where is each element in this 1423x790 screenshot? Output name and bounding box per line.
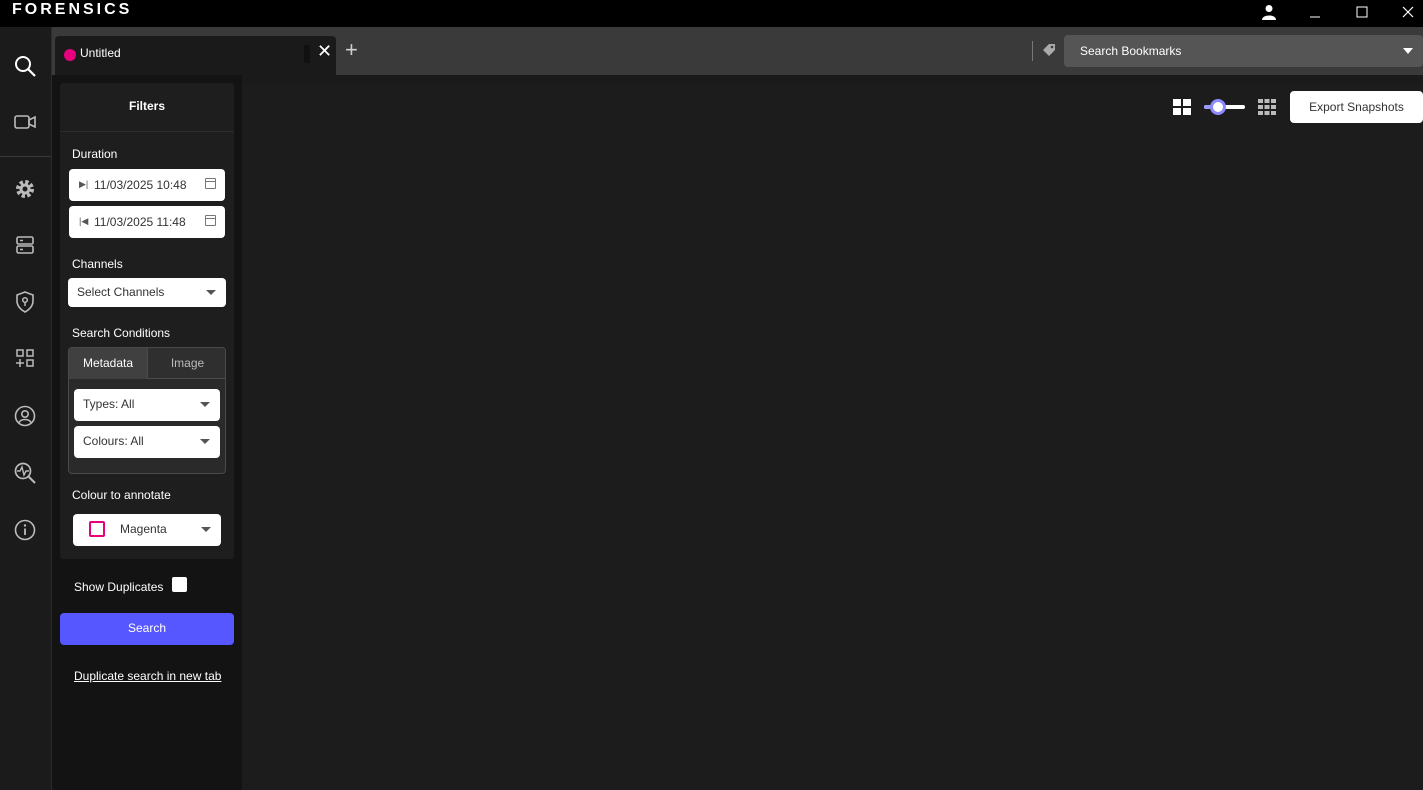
skip-forward-icon: ▶| [79,179,89,189]
chevron-down-icon [1403,48,1413,54]
nav-divider [0,156,51,157]
colour-swatch [89,521,105,537]
video-camera-icon[interactable] [12,109,38,135]
close-window-button[interactable] [1385,0,1423,24]
server-icon[interactable] [12,232,38,258]
annotate-colour-value: Magenta [120,522,167,536]
search-conditions-label: Search Conditions [72,326,171,340]
tab-label: Untitled [80,46,121,60]
tab-metadata[interactable]: Metadata [69,348,147,379]
filters-title: Filters [60,83,234,132]
chevron-down-icon [200,402,210,407]
maximize-button[interactable] [1339,0,1385,24]
close-icon[interactable]: ✕ [317,42,332,60]
app-logo: FORENSICS [12,1,133,18]
colours-select[interactable]: Colours: All [74,426,220,458]
small-grid-icon[interactable] [1258,99,1276,115]
colour-annotate-label: Colour to annotate [72,488,171,502]
show-duplicates-checkbox[interactable] [172,577,187,592]
search-analytics-icon[interactable] [12,460,38,486]
chevron-down-icon [201,527,211,532]
minimize-button[interactable] [1292,0,1338,24]
shield-key-icon[interactable] [12,289,38,315]
search-icon[interactable] [12,53,38,79]
types-select-value: Types: All [83,397,135,411]
channels-select-value: Select Channels [77,285,165,299]
user-circle-icon[interactable] [12,403,38,429]
calendar-icon[interactable] [205,178,216,189]
tag-icon[interactable] [1041,43,1057,59]
start-date-value: 11/03/2025 10:48 [94,178,187,192]
results-area: Export Snapshots [242,83,1423,790]
tab-image[interactable]: Image [147,348,225,379]
filters-panel: Filters Duration ▶| 11/03/2025 10:48 |◀ … [60,83,234,559]
start-date-field[interactable]: ▶| 11/03/2025 10:48 [69,169,225,201]
search-bookmarks-label: Search Bookmarks [1080,44,1182,58]
skip-back-icon: |◀ [79,216,89,226]
annotate-colour-select[interactable]: Magenta [73,514,221,546]
chevron-down-icon [206,290,216,295]
calendar-icon[interactable] [205,215,216,226]
tab-strip: Untitled ✕ + Search Bookmarks [52,27,1423,75]
channels-select[interactable]: Select Channels [68,278,226,307]
info-icon[interactable] [12,517,38,543]
duration-label: Duration [72,147,118,161]
channels-label: Channels [72,257,123,271]
filters-sidebar: Filters Duration ▶| 11/03/2025 10:48 |◀ … [52,75,242,790]
apps-add-icon[interactable] [12,345,38,371]
show-duplicates-label: Show Duplicates [74,580,164,594]
search-bookmarks-dropdown[interactable]: Search Bookmarks [1064,35,1423,67]
search-conditions-box: Metadata Image Types: All Colours: All [68,347,226,474]
title-bar: FORENSICS [0,0,1423,27]
duplicate-search-link[interactable]: Duplicate search in new tab [74,669,221,683]
zoom-slider-handle[interactable] [1210,99,1226,115]
colours-select-value: Colours: All [83,434,144,448]
tab-untitled[interactable]: Untitled ✕ [55,36,336,75]
large-grid-icon[interactable] [1173,99,1191,115]
search-button[interactable]: Search [60,613,234,645]
end-date-value: 11/03/2025 11:48 [94,215,186,229]
types-select[interactable]: Types: All [74,389,220,421]
chevron-down-icon [200,439,210,444]
tab-color-dot [64,49,76,61]
export-snapshots-button[interactable]: Export Snapshots [1290,91,1423,123]
gear-icon[interactable] [12,176,38,202]
add-tab-icon[interactable]: + [345,39,358,61]
bookmark-divider [1032,41,1033,61]
user-icon[interactable] [1246,0,1292,24]
left-navigation [0,27,52,790]
tab-separator [304,45,310,63]
end-date-field[interactable]: |◀ 11/03/2025 11:48 [69,206,225,238]
